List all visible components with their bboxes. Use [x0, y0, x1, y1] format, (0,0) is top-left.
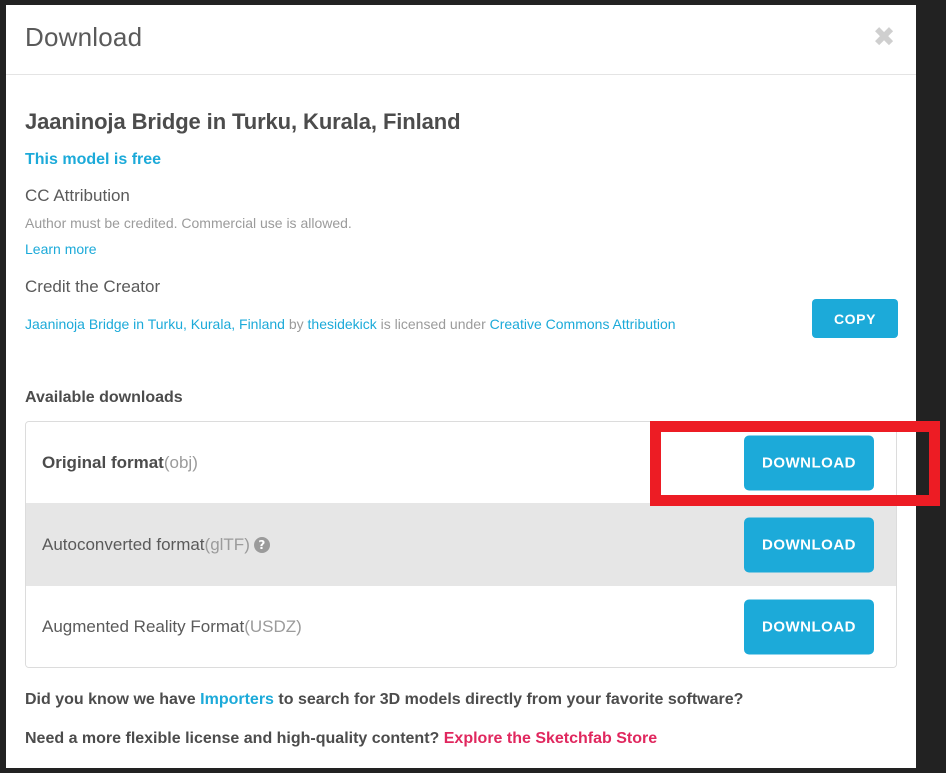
- close-icon[interactable]: ✖: [870, 24, 898, 52]
- attribution-model-link[interactable]: Jaaninoja Bridge in Turku, Kurala, Finla…: [25, 316, 285, 332]
- store-footer-line: Need a more flexible license and high-qu…: [25, 730, 897, 748]
- learn-more-link[interactable]: Learn more: [25, 241, 897, 257]
- page-root: Download ✖ Jaaninoja Bridge in Turku, Ku…: [0, 0, 946, 773]
- help-icon[interactable]: ?: [253, 536, 270, 553]
- downloads-list: Original format(obj) DOWNLOAD Autoconver…: [25, 421, 897, 668]
- attribution-by-text: by: [284, 316, 308, 332]
- license-description: Author must be credited. Commercial use …: [25, 215, 352, 231]
- attribution-author-link[interactable]: thesidekick: [308, 316, 377, 332]
- available-downloads-heading: Available downloads: [25, 389, 183, 406]
- download-modal: Download ✖ Jaaninoja Bridge in Turku, Ku…: [6, 5, 916, 768]
- download-format-name: Original format: [42, 452, 164, 472]
- download-row: Augmented Reality Format(USDZ) DOWNLOAD: [26, 586, 896, 667]
- modal-title: Download: [25, 22, 143, 52]
- download-button-autoconverted[interactable]: DOWNLOAD: [744, 517, 874, 572]
- importers-link[interactable]: Importers: [200, 691, 274, 708]
- copy-button[interactable]: COPY: [812, 299, 898, 338]
- importers-text-before: Did you know we have: [25, 691, 201, 708]
- attribution-license-link[interactable]: Creative Commons Attribution: [490, 316, 676, 332]
- download-format-name: Augmented Reality Format: [42, 616, 245, 636]
- download-format-extension: (USDZ): [244, 616, 302, 636]
- model-price-label[interactable]: This model is free: [25, 151, 897, 169]
- download-row-label: Autoconverted format(glTF)?: [42, 535, 270, 555]
- download-format-extension: (obj): [163, 452, 198, 472]
- modal-header: Download ✖: [6, 5, 916, 75]
- download-format-extension: (glTF): [204, 534, 250, 554]
- store-text-before: Need a more flexible license and high-qu…: [25, 730, 444, 747]
- modal-body: Jaaninoja Bridge in Turku, Kurala, Finla…: [6, 109, 916, 748]
- download-row-label: Augmented Reality Format(USDZ): [42, 617, 302, 637]
- importers-text-after: to search for 3D models directly from yo…: [273, 691, 744, 708]
- sketchfab-store-link[interactable]: Explore the Sketchfab Store: [444, 730, 657, 747]
- importers-footer-line: Did you know we have Importers to search…: [25, 691, 897, 709]
- download-row-label: Original format(obj): [42, 453, 198, 473]
- download-row: Autoconverted format(glTF)? DOWNLOAD: [26, 504, 896, 586]
- credit-row: Jaaninoja Bridge in Turku, Kurala, Finla…: [25, 299, 898, 354]
- download-button-ar[interactable]: DOWNLOAD: [744, 599, 874, 654]
- attribution-licensed-text: is licensed under: [376, 316, 490, 332]
- model-title: Jaaninoja Bridge in Turku, Kurala, Finla…: [25, 109, 461, 134]
- attribution-text: Jaaninoja Bridge in Turku, Kurala, Finla…: [25, 308, 785, 334]
- download-row: Original format(obj) DOWNLOAD: [26, 422, 896, 504]
- license-name: CC Attribution: [25, 186, 130, 205]
- download-format-name: Autoconverted format: [42, 534, 205, 554]
- download-button-original[interactable]: DOWNLOAD: [744, 435, 874, 490]
- credit-creator-heading: Credit the Creator: [25, 277, 161, 296]
